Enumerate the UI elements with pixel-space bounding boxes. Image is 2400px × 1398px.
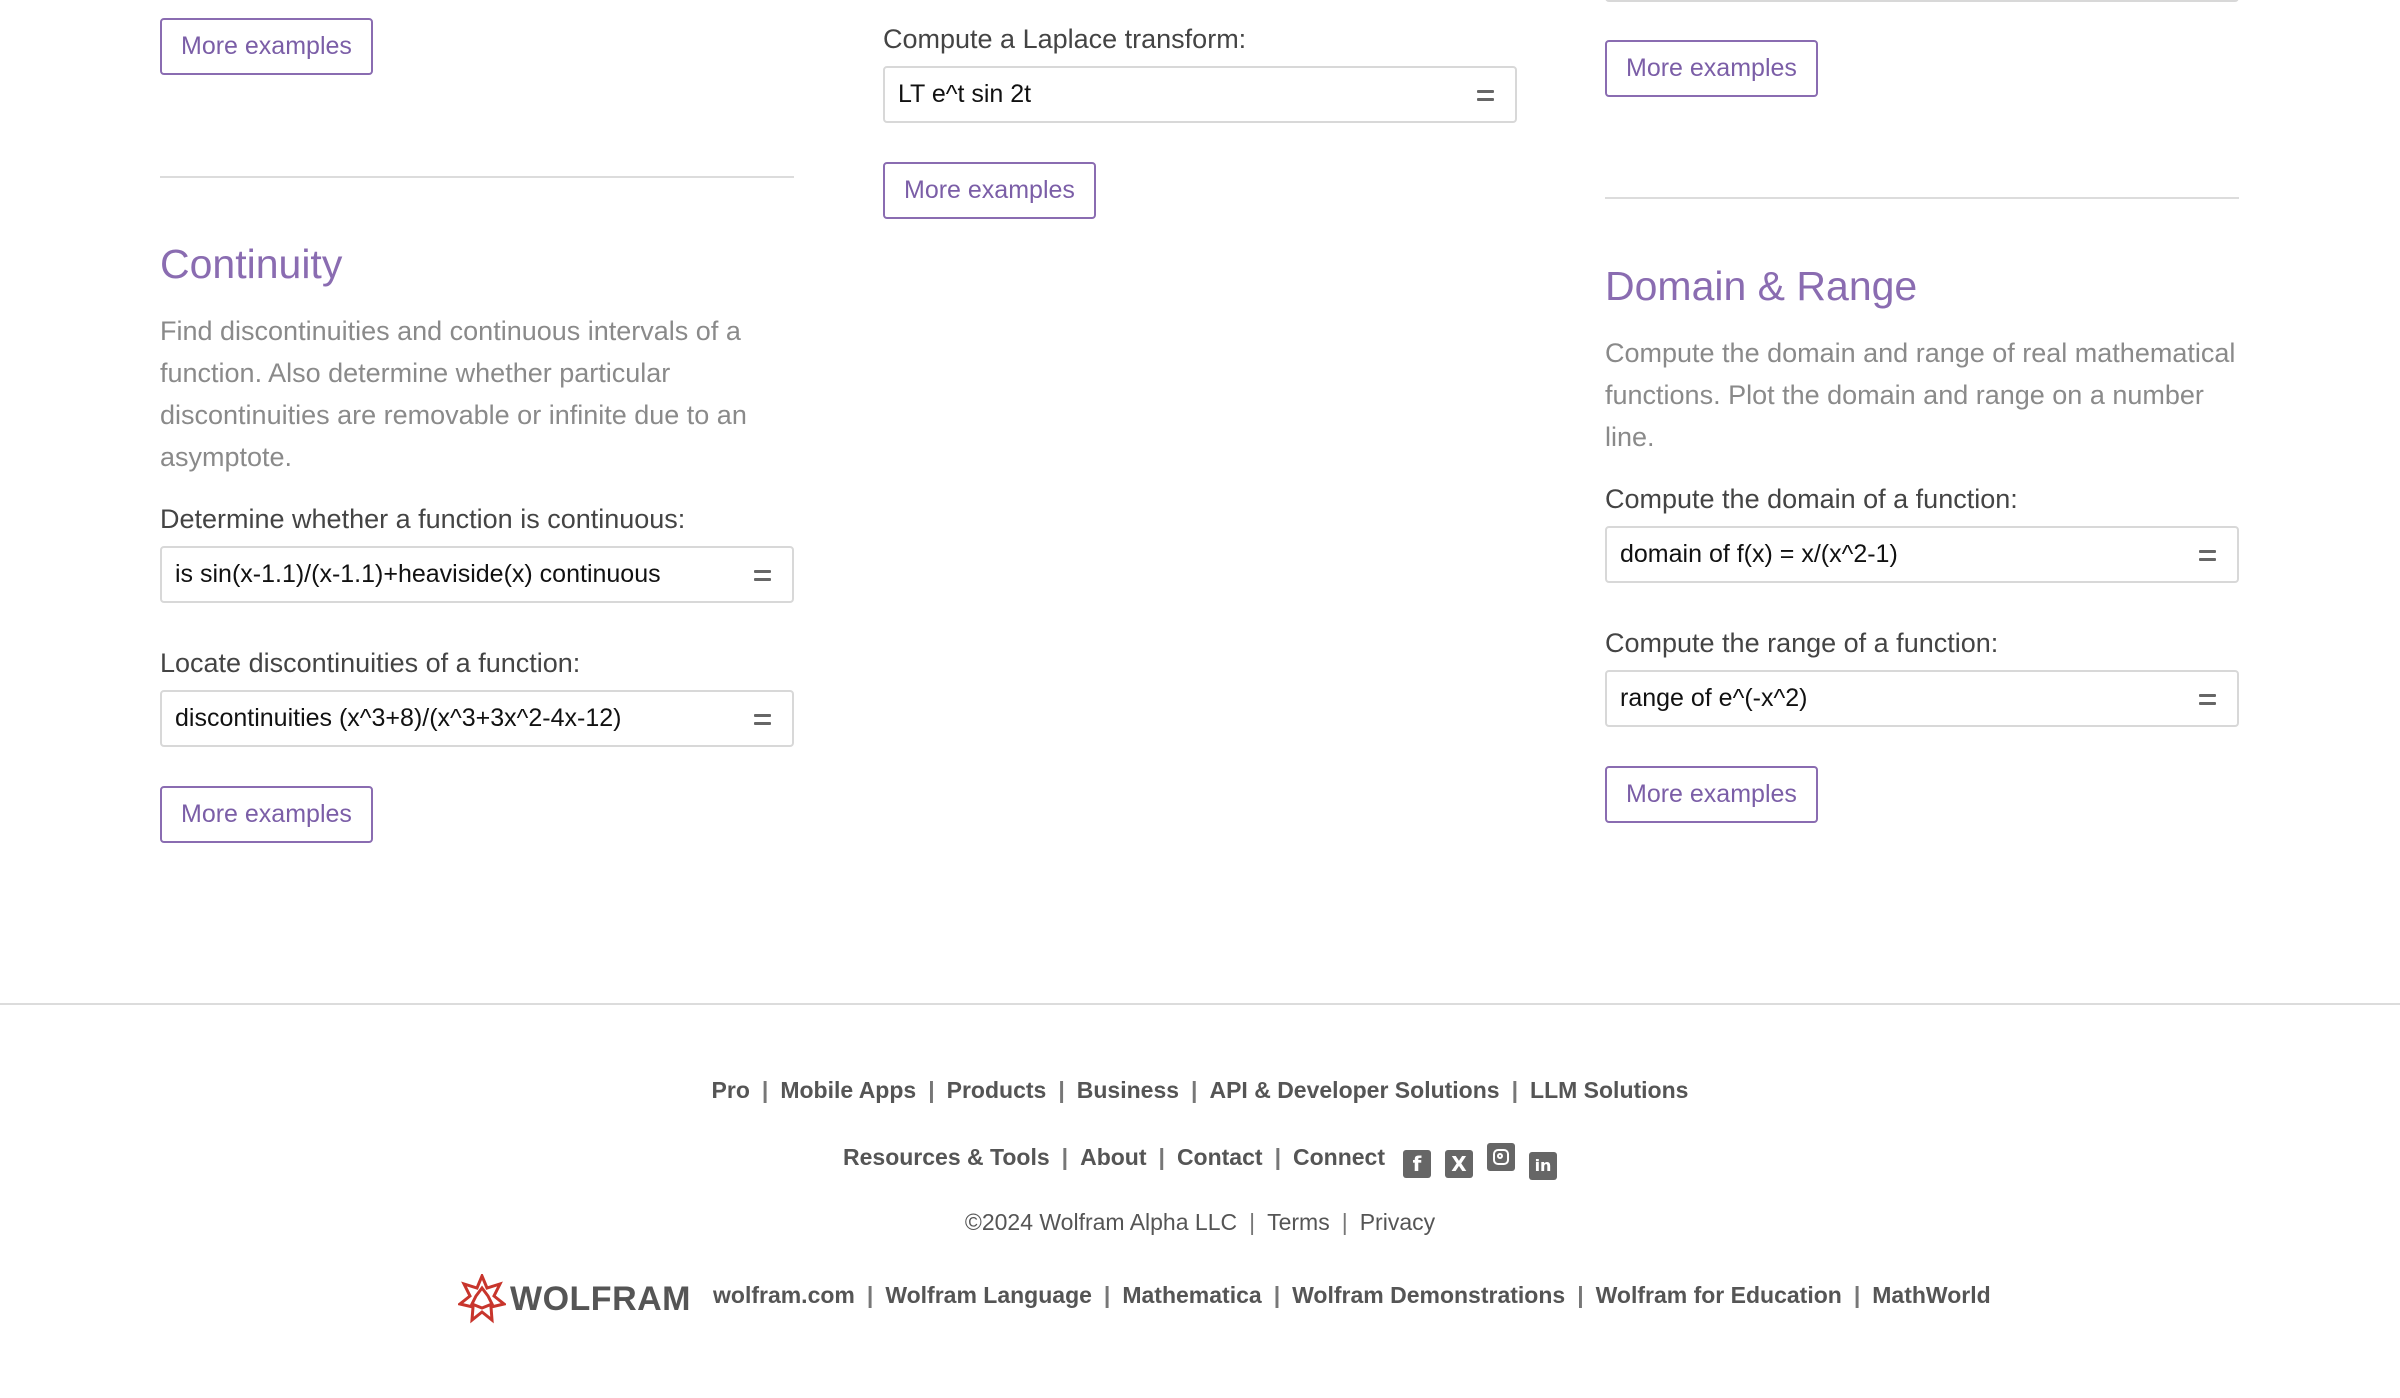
footer-divider <box>0 1003 2400 1005</box>
footer-link-wolfram-language[interactable]: Wolfram Language <box>885 1282 1092 1308</box>
more-examples-button[interactable]: More examples <box>1605 766 1818 823</box>
query-input[interactable]: is sin(x-1.1)/(x-1.1)+heaviside(x) conti… <box>160 546 794 603</box>
footer-link-products[interactable]: Products <box>947 1077 1047 1103</box>
example-label: Compute the domain of a function: <box>1605 484 2018 514</box>
footer-link-mobile-apps[interactable]: Mobile Apps <box>780 1077 916 1103</box>
wolfram-wordmark: WOLFRAM <box>510 1280 692 1318</box>
linkedin-icon[interactable]: in <box>1529 1152 1557 1180</box>
footer-link-llm[interactable]: LLM Solutions <box>1530 1077 1688 1103</box>
footer-link-wolfram-com[interactable]: wolfram.com <box>713 1282 855 1308</box>
footer-link-api[interactable]: API & Developer Solutions <box>1209 1077 1499 1103</box>
example-label: Locate discontinuities of a function: <box>160 648 581 678</box>
query-input[interactable]: domain of f(x) = x/(x^2-1) <box>1605 526 2239 583</box>
equals-icon[interactable] <box>748 548 776 601</box>
instagram-icon[interactable] <box>1487 1143 1515 1171</box>
query-text: domain of f(x) = x/(x^2-1) <box>1620 540 1898 568</box>
query-text: is sin(x-1.1)/(x-1.1)+heaviside(x) conti… <box>175 560 661 588</box>
footer-link-business[interactable]: Business <box>1077 1077 1179 1103</box>
equals-icon[interactable] <box>2193 528 2221 581</box>
example-label: Determine whether a function is continuo… <box>160 504 686 534</box>
section-description: Find discontinuities and continuous inte… <box>160 316 747 472</box>
more-examples-button[interactable]: More examples <box>160 786 373 843</box>
equals-icon[interactable] <box>1471 68 1499 121</box>
footer-nav-primary: Pro | Mobile Apps | Products | Business | API & … <box>711 1077 1689 1103</box>
more-examples-button[interactable]: More examples <box>883 162 1096 219</box>
wolfram-spikey-icon <box>456 1272 508 1324</box>
footer-nav-secondary: Resources & Tools | About | Contact | Connect f… <box>0 1143 2400 1180</box>
query-input[interactable] <box>1605 0 2239 2</box>
footer-link-privacy[interactable]: Privacy <box>1360 1209 1435 1235</box>
query-input[interactable]: LT e^t sin 2t <box>883 66 1517 123</box>
wolfram-logo[interactable]: WOLFRAM <box>456 1272 691 1326</box>
x-icon[interactable]: X <box>1445 1150 1473 1178</box>
query-text: LT e^t sin 2t <box>898 80 1032 108</box>
query-text: discontinuities (x^3+8)/(x^3+3x^2-4x-12) <box>175 704 622 732</box>
equals-icon[interactable] <box>2193 672 2221 725</box>
footer-link-mathworld[interactable]: MathWorld <box>1872 1282 1990 1308</box>
query-text: range of e^(-x^2) <box>1620 684 1808 712</box>
facebook-icon[interactable]: f <box>1403 1150 1431 1178</box>
example-label: Compute a Laplace transform: <box>883 24 1247 54</box>
footer-link-mathematica[interactable]: Mathematica <box>1122 1282 1261 1308</box>
more-examples-button[interactable]: More examples <box>1605 40 1818 97</box>
wolfram-sites-nav: wolfram.com | Wolfram Language | Mathematica… <box>713 1282 1991 1308</box>
footer-link-pro[interactable]: Pro <box>712 1077 750 1103</box>
query-input[interactable]: discontinuities (x^3+8)/(x^3+3x^2-4x-12) <box>160 690 794 747</box>
page: More examples Continuity Find discontinu… <box>0 0 2400 1398</box>
more-examples-button[interactable]: More examples <box>160 18 373 75</box>
copyright: ©2024 Wolfram Alpha LLC <box>964 1209 1238 1235</box>
footer-connect-label: Connect <box>1293 1144 1385 1170</box>
section-title-continuity: Continuity <box>160 241 343 287</box>
footer-link-terms[interactable]: Terms <box>1267 1209 1330 1235</box>
section-divider <box>1605 197 2239 199</box>
footer-link-about[interactable]: About <box>1080 1144 1146 1170</box>
example-label: Compute the range of a function: <box>1605 628 1999 658</box>
query-input[interactable]: range of e^(-x^2) <box>1605 670 2239 727</box>
footer-link-demonstrations[interactable]: Wolfram Demonstrations <box>1292 1282 1565 1308</box>
section-description: Compute the domain and range of real mat… <box>1605 338 2236 452</box>
footer-legal: ©2024 Wolfram Alpha LLC | Terms | Privacy <box>964 1209 1436 1235</box>
footer-link-contact[interactable]: Contact <box>1177 1144 1263 1170</box>
section-title-domain-range: Domain & Range <box>1605 263 1918 309</box>
equals-icon[interactable] <box>748 692 776 745</box>
section-divider <box>160 176 794 178</box>
footer-link-education[interactable]: Wolfram for Education <box>1596 1282 1842 1308</box>
footer-link-resources[interactable]: Resources & Tools <box>843 1144 1050 1170</box>
